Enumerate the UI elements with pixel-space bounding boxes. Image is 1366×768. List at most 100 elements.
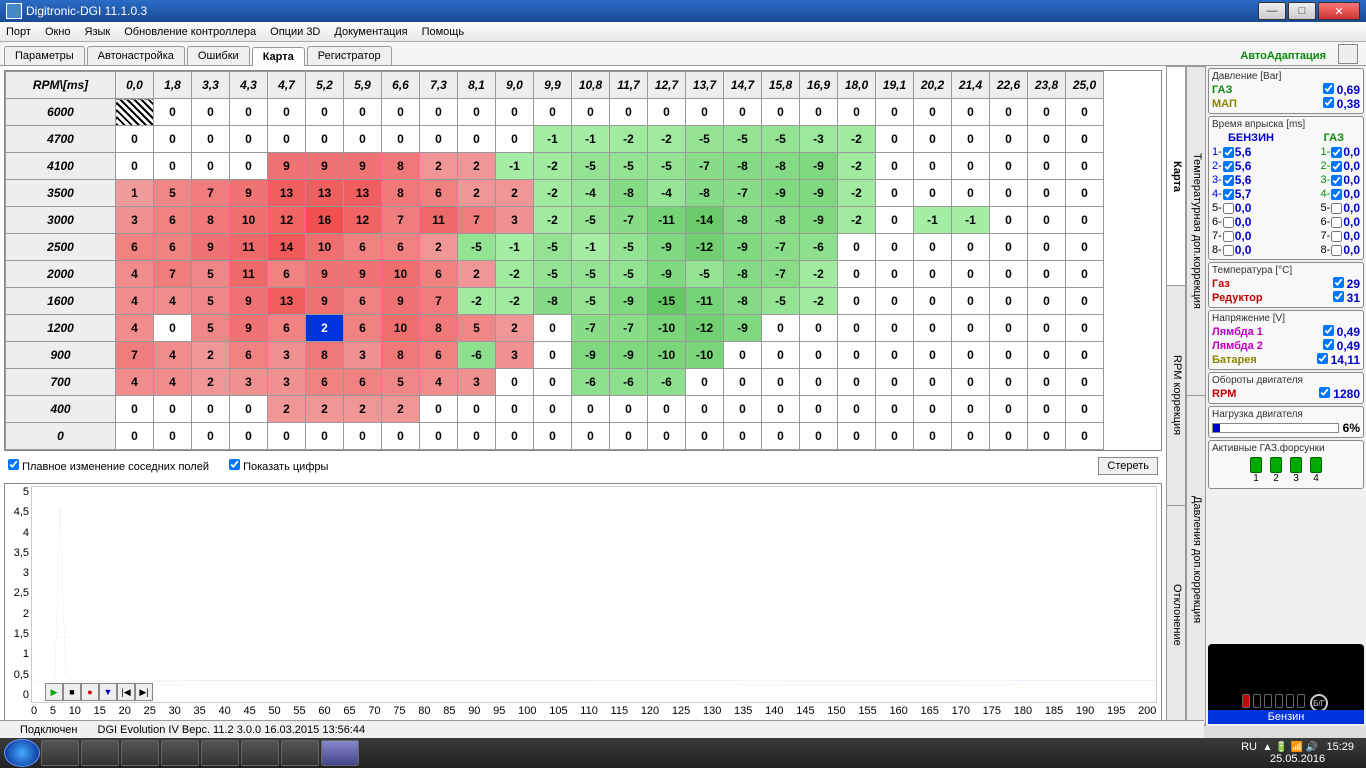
cell-9-0[interactable]: 7 bbox=[116, 342, 154, 369]
cell-1-3[interactable]: 0 bbox=[230, 126, 268, 153]
cell-8-22[interactable]: 0 bbox=[952, 315, 990, 342]
cell-5-0[interactable]: 6 bbox=[116, 234, 154, 261]
cell-8-0[interactable]: 4 bbox=[116, 315, 154, 342]
lambda2-check[interactable] bbox=[1323, 339, 1334, 350]
temp-gas-check[interactable] bbox=[1333, 277, 1344, 288]
cell-3-8[interactable]: 6 bbox=[420, 180, 458, 207]
cell-0-7[interactable]: 0 bbox=[382, 99, 420, 126]
taskbar-app-icon[interactable] bbox=[321, 740, 359, 766]
cell-5-22[interactable]: 0 bbox=[952, 234, 990, 261]
erase-button[interactable]: Стереть bbox=[1098, 457, 1158, 475]
cell-12-3[interactable]: 0 bbox=[230, 423, 268, 450]
cell-11-23[interactable]: 0 bbox=[990, 396, 1028, 423]
cell-2-4[interactable]: 9 bbox=[268, 153, 306, 180]
cell-9-24[interactable]: 0 bbox=[1028, 342, 1066, 369]
cell-4-6[interactable]: 12 bbox=[344, 207, 382, 234]
cell-7-9[interactable]: -2 bbox=[458, 288, 496, 315]
cell-11-16[interactable]: 0 bbox=[724, 396, 762, 423]
cell-1-23[interactable]: 0 bbox=[990, 126, 1028, 153]
cell-10-19[interactable]: 0 bbox=[838, 369, 876, 396]
cell-10-17[interactable]: 0 bbox=[762, 369, 800, 396]
cell-12-2[interactable]: 0 bbox=[192, 423, 230, 450]
cell-8-19[interactable]: 0 bbox=[838, 315, 876, 342]
cell-11-11[interactable]: 0 bbox=[534, 396, 572, 423]
play-button[interactable]: ▶ bbox=[45, 683, 63, 701]
cell-12-11[interactable]: 0 bbox=[534, 423, 572, 450]
cell-10-11[interactable]: 0 bbox=[534, 369, 572, 396]
cell-2-23[interactable]: 0 bbox=[990, 153, 1028, 180]
cell-9-6[interactable]: 3 bbox=[344, 342, 382, 369]
cell-1-0[interactable]: 0 bbox=[116, 126, 154, 153]
cell-0-14[interactable]: 0 bbox=[648, 99, 686, 126]
cell-6-6[interactable]: 9 bbox=[344, 261, 382, 288]
maximize-button[interactable]: □ bbox=[1288, 2, 1316, 20]
cell-3-2[interactable]: 7 bbox=[192, 180, 230, 207]
cell-2-18[interactable]: -9 bbox=[800, 153, 838, 180]
cell-4-1[interactable]: 6 bbox=[154, 207, 192, 234]
cell-5-18[interactable]: -6 bbox=[800, 234, 838, 261]
cell-2-10[interactable]: -1 bbox=[496, 153, 534, 180]
cell-1-19[interactable]: -2 bbox=[838, 126, 876, 153]
cell-0-6[interactable]: 0 bbox=[344, 99, 382, 126]
cell-4-4[interactable]: 12 bbox=[268, 207, 306, 234]
cell-12-23[interactable]: 0 bbox=[990, 423, 1028, 450]
menu-Документация[interactable]: Документация bbox=[334, 26, 407, 38]
cell-9-10[interactable]: 3 bbox=[496, 342, 534, 369]
cell-11-4[interactable]: 2 bbox=[268, 396, 306, 423]
cell-9-15[interactable]: -10 bbox=[686, 342, 724, 369]
cell-12-9[interactable]: 0 bbox=[458, 423, 496, 450]
cell-12-0[interactable]: 0 bbox=[116, 423, 154, 450]
cell-1-15[interactable]: -5 bbox=[686, 126, 724, 153]
cell-1-7[interactable]: 0 bbox=[382, 126, 420, 153]
cell-3-19[interactable]: -2 bbox=[838, 180, 876, 207]
cell-2-17[interactable]: -8 bbox=[762, 153, 800, 180]
cell-0-10[interactable]: 0 bbox=[496, 99, 534, 126]
cell-8-12[interactable]: -7 bbox=[572, 315, 610, 342]
cell-9-5[interactable]: 8 bbox=[306, 342, 344, 369]
cell-9-14[interactable]: -10 bbox=[648, 342, 686, 369]
taskbar-calc-icon[interactable] bbox=[281, 740, 319, 766]
cell-4-23[interactable]: 0 bbox=[990, 207, 1028, 234]
cell-11-0[interactable]: 0 bbox=[116, 396, 154, 423]
cell-7-5[interactable]: 9 bbox=[306, 288, 344, 315]
cell-12-22[interactable]: 0 bbox=[952, 423, 990, 450]
cell-11-3[interactable]: 0 bbox=[230, 396, 268, 423]
cell-10-24[interactable]: 0 bbox=[1028, 369, 1066, 396]
cell-7-14[interactable]: -15 bbox=[648, 288, 686, 315]
tab-Карта[interactable]: Карта bbox=[252, 47, 305, 66]
cell-5-12[interactable]: -1 bbox=[572, 234, 610, 261]
cell-10-8[interactable]: 4 bbox=[420, 369, 458, 396]
cell-7-17[interactable]: -5 bbox=[762, 288, 800, 315]
vtab2-1[interactable]: Давления доп.коррекция bbox=[1187, 396, 1205, 725]
cell-2-20[interactable]: 0 bbox=[876, 153, 914, 180]
cell-6-24[interactable]: 0 bbox=[1028, 261, 1066, 288]
cell-11-1[interactable]: 0 bbox=[154, 396, 192, 423]
cell-7-6[interactable]: 6 bbox=[344, 288, 382, 315]
cell-7-19[interactable]: 0 bbox=[838, 288, 876, 315]
cell-9-23[interactable]: 0 bbox=[990, 342, 1028, 369]
vtab-1[interactable]: RPM коррекция bbox=[1167, 286, 1185, 505]
cell-8-7[interactable]: 10 bbox=[382, 315, 420, 342]
cell-0-1[interactable]: 0 bbox=[154, 99, 192, 126]
cell-10-14[interactable]: -6 bbox=[648, 369, 686, 396]
cell-11-14[interactable]: 0 bbox=[648, 396, 686, 423]
cell-10-7[interactable]: 5 bbox=[382, 369, 420, 396]
cell-7-4[interactable]: 13 bbox=[268, 288, 306, 315]
cell-12-14[interactable]: 0 bbox=[648, 423, 686, 450]
cell-11-5[interactable]: 2 bbox=[306, 396, 344, 423]
cell-5-4[interactable]: 14 bbox=[268, 234, 306, 261]
cell-9-19[interactable]: 0 bbox=[838, 342, 876, 369]
cell-3-24[interactable]: 0 bbox=[1028, 180, 1066, 207]
cell-11-21[interactable]: 0 bbox=[914, 396, 952, 423]
cell-7-21[interactable]: 0 bbox=[914, 288, 952, 315]
cell-8-10[interactable]: 2 bbox=[496, 315, 534, 342]
cell-1-9[interactable]: 0 bbox=[458, 126, 496, 153]
cell-0-22[interactable]: 0 bbox=[952, 99, 990, 126]
cell-5-2[interactable]: 9 bbox=[192, 234, 230, 261]
cell-7-25[interactable]: 0 bbox=[1066, 288, 1104, 315]
cell-1-2[interactable]: 0 bbox=[192, 126, 230, 153]
cell-0-2[interactable]: 0 bbox=[192, 99, 230, 126]
cell-12-15[interactable]: 0 bbox=[686, 423, 724, 450]
cell-12-6[interactable]: 0 bbox=[344, 423, 382, 450]
cell-12-8[interactable]: 0 bbox=[420, 423, 458, 450]
